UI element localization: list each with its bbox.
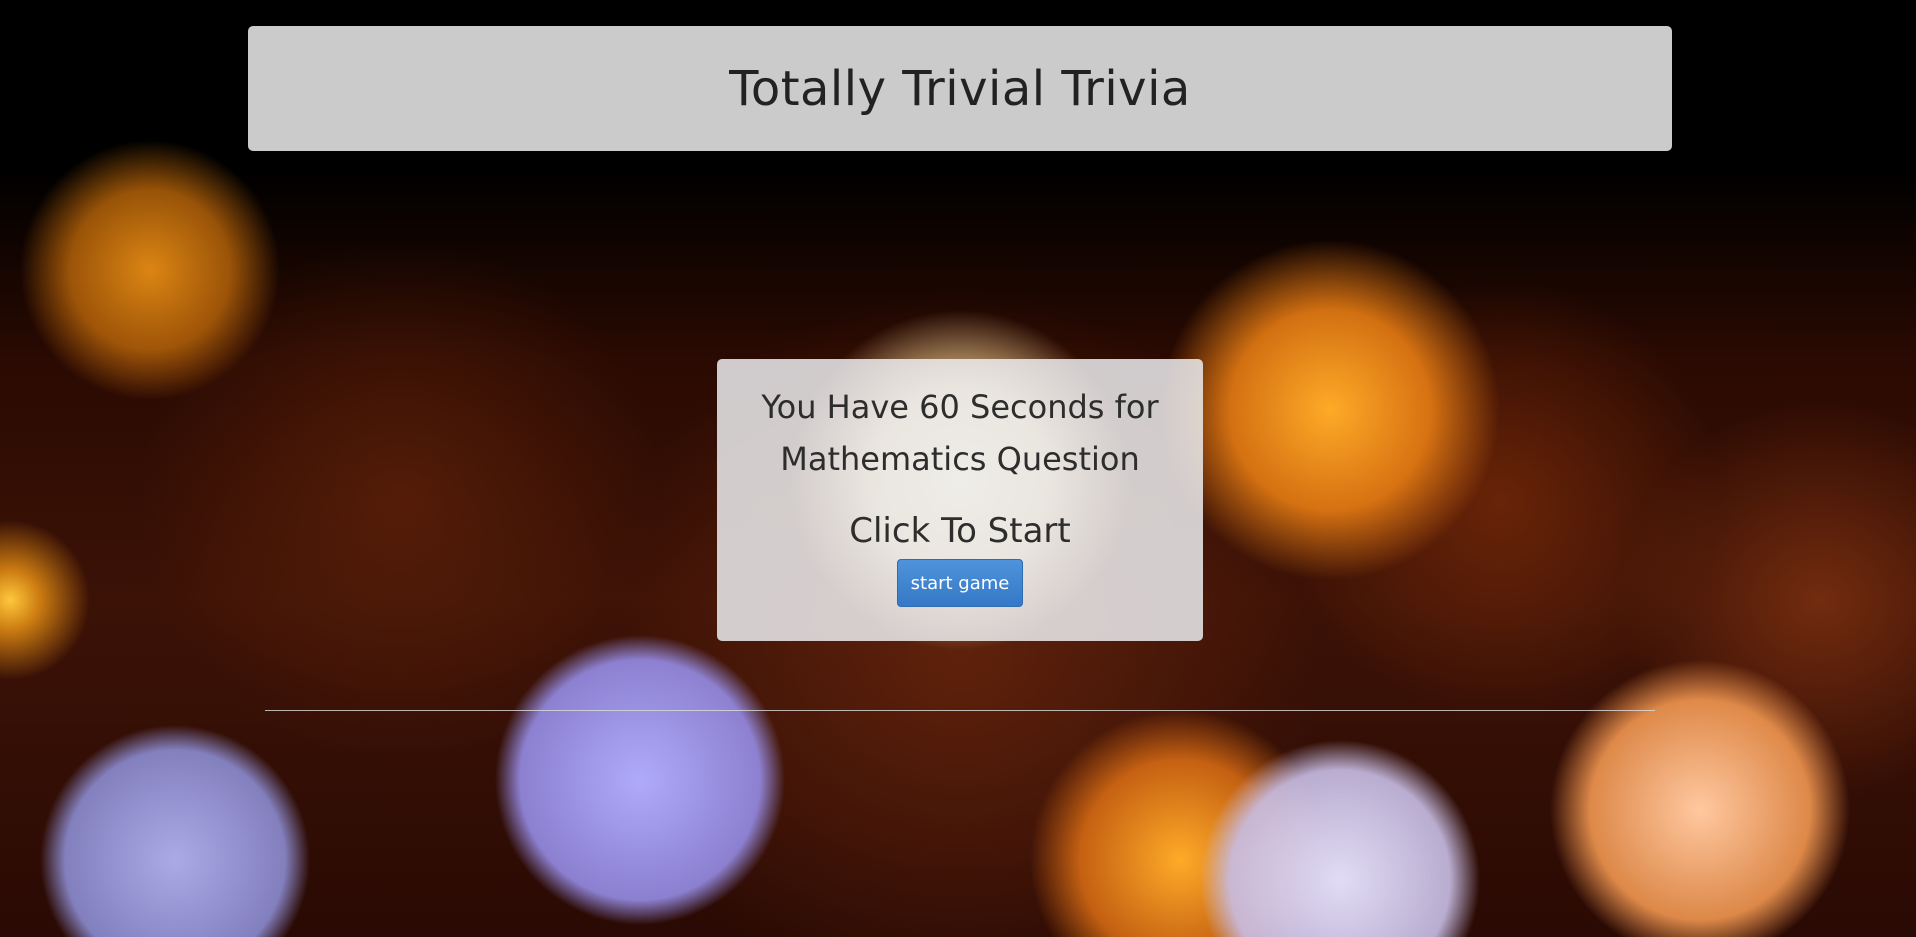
divider (265, 710, 1655, 711)
page-title: Totally Trivial Trivia (729, 60, 1191, 117)
start-card: You Have 60 Seconds for Mathematics Ques… (717, 359, 1203, 641)
start-prompt: Click To Start (849, 511, 1071, 551)
page-header: Totally Trivial Trivia (248, 26, 1672, 151)
start-game-button[interactable]: start game (897, 559, 1023, 607)
time-instructions: You Have 60 Seconds for Mathematics Ques… (761, 388, 1159, 478)
